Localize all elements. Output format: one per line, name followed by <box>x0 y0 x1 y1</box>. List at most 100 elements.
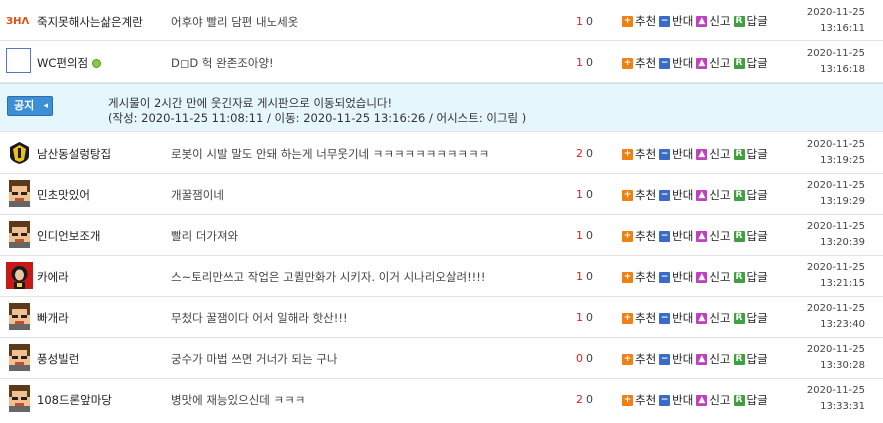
recommend-button[interactable]: + 추천 <box>622 187 656 203</box>
notice-detail: (작성: 2020-11-25 11:08:11 / 이동: 2020-11-2… <box>108 111 527 125</box>
reply-button[interactable]: R 답글 <box>733 228 768 244</box>
comment-text: 빨리 더가져와 <box>171 229 239 243</box>
recommend-button[interactable]: + 추천 <box>622 146 656 162</box>
reply-button[interactable]: R 답글 <box>733 351 768 367</box>
comment-datetime: 2020-11-25 13:20:39 <box>806 221 865 248</box>
report-button[interactable]: ▲ 신고 <box>696 310 731 326</box>
downvote-count: 0 <box>586 270 593 283</box>
blank-avatar[interactable] <box>6 48 31 73</box>
reply-button[interactable]: R 답글 <box>733 269 768 285</box>
comment-nickname[interactable]: 죽지못해사는삶은계란 <box>37 14 143 30</box>
upvote-count: 1 <box>576 311 583 324</box>
reply-icon: R <box>733 312 745 324</box>
comment-row: 108드론앞마당 병맛에 재능있으신데 ㅋㅋㅋ 20 + 추천 − 반대 ▲ 신고 R… <box>0 379 883 423</box>
report-button[interactable]: ▲ 신고 <box>696 55 731 71</box>
comment-actions: + 추천 − 반대 ▲ 신고 R 답글 <box>622 13 771 29</box>
reply-icon: R <box>733 230 745 242</box>
comment-nickname[interactable]: 108드론앞마당 <box>37 392 112 408</box>
comment-nickname[interactable]: 민초맛있어 <box>37 187 90 203</box>
plus-icon: + <box>622 148 633 160</box>
comment-datetime: 2020-11-25 13:21:15 <box>806 262 865 289</box>
pixel-avatar[interactable] <box>6 180 33 207</box>
report-button[interactable]: ▲ 신고 <box>696 269 731 285</box>
comment-actions: + 추천 − 반대 ▲ 신고 R 답글 <box>622 228 771 244</box>
comment-actions: + 추천 − 반대 ▲ 신고 R 답글 <box>622 310 771 326</box>
reply-button[interactable]: R 답글 <box>733 146 768 162</box>
reply-button[interactable]: R 답글 <box>733 187 768 203</box>
reply-button[interactable]: R 답글 <box>733 13 768 29</box>
report-button[interactable]: ▲ 신고 <box>696 392 731 408</box>
comment-actions: + 추천 − 반대 ▲ 신고 R 답글 <box>622 187 771 203</box>
report-button[interactable]: ▲ 신고 <box>696 228 731 244</box>
oppose-button[interactable]: − 반대 <box>659 146 693 162</box>
report-button[interactable]: ▲ 신고 <box>696 13 731 29</box>
logo-avatar[interactable]: ЗHΛ <box>6 6 33 33</box>
comment-nickname[interactable]: 인디언보조개 <box>37 228 100 244</box>
downvote-count: 0 <box>586 56 593 69</box>
comment-row: WC편의점 D◻D 헉 완존조아양! 10 + 추천 − 반대 ▲ 신고 R 답글 20… <box>0 41 883 83</box>
comment-datetime: 2020-11-25 13:16:11 <box>806 7 865 34</box>
report-button[interactable]: ▲ 신고 <box>696 187 731 203</box>
comment-nickname[interactable]: 남산동설렁탕집 <box>37 146 111 162</box>
oppose-button[interactable]: − 반대 <box>659 13 693 29</box>
comment-nickname[interactable]: 카에라 <box>37 269 69 285</box>
oppose-button[interactable]: − 반대 <box>659 187 693 203</box>
oppose-button[interactable]: − 반대 <box>659 55 693 71</box>
badge-avatar[interactable] <box>6 139 33 166</box>
pixel-avatar[interactable] <box>6 385 33 412</box>
pixel-face-icon <box>6 385 33 412</box>
report-icon: ▲ <box>696 15 708 27</box>
upvote-count: 0 <box>576 352 583 365</box>
reply-button[interactable]: R 답글 <box>733 55 768 71</box>
vote-counts: 20 <box>576 393 602 406</box>
recommend-button[interactable]: + 추천 <box>622 228 656 244</box>
recommend-button[interactable]: + 추천 <box>622 351 656 367</box>
recommend-button[interactable]: + 추천 <box>622 269 656 285</box>
plus-icon: + <box>622 189 633 201</box>
recommend-button[interactable]: + 추천 <box>622 310 656 326</box>
comment-actions: + 추천 − 반대 ▲ 신고 R 답글 <box>622 392 771 408</box>
oppose-button[interactable]: − 반대 <box>659 392 693 408</box>
comment-nickname[interactable]: 빠개라 <box>37 310 69 326</box>
comment-row: ЗHΛ 죽지못해사는삶은계란 어후야 빨리 담편 내노세옷 10 + 추천 − 반대… <box>0 0 883 41</box>
oppose-button[interactable]: − 반대 <box>659 228 693 244</box>
plus-icon: + <box>622 230 633 242</box>
oppose-button[interactable]: − 반대 <box>659 351 693 367</box>
recommend-button[interactable]: + 추천 <box>622 55 656 71</box>
report-button[interactable]: ▲ 신고 <box>696 351 731 367</box>
photo-avatar[interactable] <box>6 262 33 289</box>
report-button[interactable]: ▲ 신고 <box>696 146 731 162</box>
photo-icon <box>6 262 33 289</box>
pixel-avatar[interactable] <box>6 344 33 371</box>
minus-icon: − <box>659 230 671 242</box>
minus-icon: − <box>659 271 671 283</box>
downvote-count: 0 <box>586 15 593 28</box>
oppose-button[interactable]: − 반대 <box>659 310 693 326</box>
reply-button[interactable]: R 답글 <box>733 392 768 408</box>
pixel-avatar[interactable] <box>6 221 33 248</box>
vote-counts: 10 <box>576 270 602 283</box>
minus-icon: − <box>659 353 671 365</box>
plus-icon: + <box>622 353 633 365</box>
minus-icon: − <box>659 394 671 406</box>
badge-icon <box>6 139 33 166</box>
reply-button[interactable]: R 답글 <box>733 310 768 326</box>
vote-counts: 10 <box>576 188 602 201</box>
downvote-count: 0 <box>586 147 593 160</box>
vote-counts: 10 <box>576 311 602 324</box>
upvote-count: 1 <box>576 270 583 283</box>
comment-row: 카에라 스~토리만쓰고 작업은 고퀼만화가 시키자. 이거 시나리오살려!!!!… <box>0 256 883 297</box>
oppose-button[interactable]: − 반대 <box>659 269 693 285</box>
report-icon: ▲ <box>696 230 708 242</box>
comment-nickname[interactable]: WC편의점 <box>37 55 101 71</box>
plus-icon: + <box>622 57 633 69</box>
comment-row: 인디언보조개 빨리 더가져와 10 + 추천 − 반대 ▲ 신고 R 답글 2020-1… <box>0 215 883 256</box>
comment-nickname[interactable]: 풍성빌런 <box>37 351 79 367</box>
comment-datetime: 2020-11-25 13:16:18 <box>806 48 865 75</box>
pixel-avatar[interactable] <box>6 303 33 330</box>
report-icon: ▲ <box>696 57 708 69</box>
plus-icon: + <box>622 312 633 324</box>
report-icon: ▲ <box>696 353 708 365</box>
recommend-button[interactable]: + 추천 <box>622 392 656 408</box>
recommend-button[interactable]: + 추천 <box>622 13 656 29</box>
